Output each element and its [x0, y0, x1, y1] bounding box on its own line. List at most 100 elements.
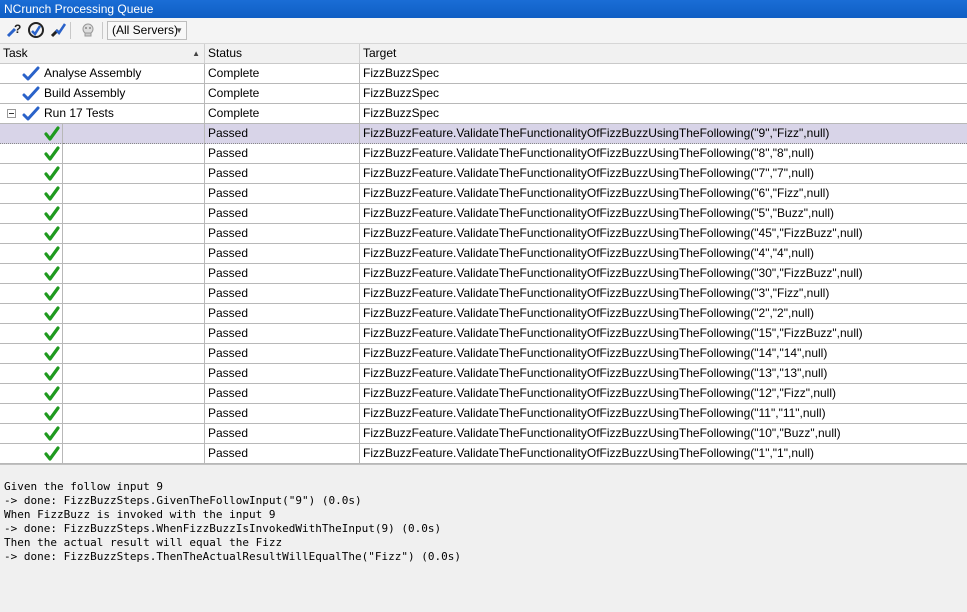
passed-check-icon	[44, 346, 60, 363]
passed-check-icon	[44, 246, 60, 263]
passed-check-icon	[44, 206, 60, 223]
complete-check-icon	[22, 86, 40, 103]
test-row[interactable]: Passed FizzBuzzFeature.ValidateTheFunctio…	[0, 424, 967, 444]
test-icon-cell	[0, 384, 63, 404]
target-cell: FizzBuzzSpec	[360, 104, 967, 124]
test-row[interactable]: Passed FizzBuzzFeature.ValidateTheFunctio…	[0, 404, 967, 424]
target-cell: FizzBuzzFeature.ValidateTheFunctionality…	[360, 424, 967, 444]
task-cell	[63, 144, 205, 164]
task-cell	[63, 344, 205, 364]
passed-check-icon	[44, 266, 60, 283]
status-cell: Passed	[205, 304, 360, 324]
test-icon-cell	[0, 304, 63, 324]
column-header-status[interactable]: Status	[205, 44, 360, 63]
task-cell	[63, 124, 205, 144]
task-cell	[63, 424, 205, 444]
test-icon-cell	[0, 224, 63, 244]
output-line: -> done: FizzBuzzSteps.ThenTheActualResu…	[4, 550, 461, 563]
test-row[interactable]: Passed FizzBuzzFeature.ValidateTheFunctio…	[0, 384, 967, 404]
test-row[interactable]: Passed FizzBuzzFeature.ValidateTheFunctio…	[0, 244, 967, 264]
task-cell	[63, 324, 205, 344]
target-cell: FizzBuzzFeature.ValidateTheFunctionality…	[360, 124, 967, 144]
collapse-toggle-icon[interactable]	[7, 109, 16, 118]
test-row[interactable]: Passed FizzBuzzFeature.ValidateTheFunctio…	[0, 444, 967, 464]
column-header-target[interactable]: Target	[360, 44, 967, 63]
test-icon-cell	[0, 284, 63, 304]
task-cell	[63, 284, 205, 304]
test-row[interactable]: Passed FizzBuzzFeature.ValidateTheFunctio…	[0, 304, 967, 324]
task-cell	[63, 364, 205, 384]
test-row[interactable]: Passed FizzBuzzFeature.ValidateTheFunctio…	[0, 284, 967, 304]
status-cell: Passed	[205, 144, 360, 164]
passed-check-icon	[44, 126, 60, 143]
toolbar-separator	[70, 22, 71, 39]
passed-check-icon	[44, 186, 60, 203]
complete-check-icon	[22, 66, 40, 83]
passed-check-icon	[44, 326, 60, 343]
test-icon-cell	[0, 244, 63, 264]
target-cell: FizzBuzzFeature.ValidateTheFunctionality…	[360, 244, 967, 264]
test-icon-cell	[0, 424, 63, 444]
clear-icon[interactable]	[78, 20, 98, 40]
status-cell: Passed	[205, 344, 360, 364]
processing-queue-grid: Task ▲ Status Target Analyse Assembly Com…	[0, 44, 967, 465]
status-cell: Passed	[205, 424, 360, 444]
status-cell: Passed	[205, 384, 360, 404]
sort-ascending-icon: ▲	[192, 49, 200, 58]
status-cell: Complete	[205, 104, 360, 124]
passed-check-icon	[44, 306, 60, 323]
tests-icon[interactable]	[48, 20, 68, 40]
target-cell: FizzBuzzFeature.ValidateTheFunctionality…	[360, 364, 967, 384]
passed-check-icon	[44, 386, 60, 403]
test-icon-cell	[0, 364, 63, 384]
task-cell: Run 17 Tests	[0, 104, 205, 124]
grid-header: Task ▲ Status Target	[0, 44, 967, 64]
engine-icon[interactable]	[26, 20, 46, 40]
status-cell: Passed	[205, 364, 360, 384]
test-row[interactable]: Passed FizzBuzzFeature.ValidateTheFunctio…	[0, 164, 967, 184]
server-filter-dropdown[interactable]: (All Servers) ▼	[107, 21, 187, 40]
passed-check-icon	[44, 226, 60, 243]
test-row[interactable]: Passed FizzBuzzFeature.ValidateTheFunctio…	[0, 224, 967, 244]
target-cell: FizzBuzzFeature.ValidateTheFunctionality…	[360, 384, 967, 404]
status-cell: Passed	[205, 184, 360, 204]
target-cell: FizzBuzzFeature.ValidateTheFunctionality…	[360, 284, 967, 304]
status-cell: Passed	[205, 264, 360, 284]
task-row[interactable]: Run 17 Tests Complete FizzBuzzSpec	[0, 104, 967, 124]
test-row[interactable]: Passed FizzBuzzFeature.ValidateTheFunctio…	[0, 264, 967, 284]
test-icon-cell	[0, 344, 63, 364]
passed-check-icon	[44, 146, 60, 163]
test-row[interactable]: Passed FizzBuzzFeature.ValidateTheFunctio…	[0, 184, 967, 204]
test-row[interactable]: Passed FizzBuzzFeature.ValidateTheFunctio…	[0, 324, 967, 344]
column-header-task-label: Task	[3, 46, 28, 60]
status-cell: Passed	[205, 324, 360, 344]
test-row[interactable]: Passed FizzBuzzFeature.ValidateTheFunctio…	[0, 344, 967, 364]
test-row[interactable]: Passed FizzBuzzFeature.ValidateTheFunctio…	[0, 124, 967, 144]
output-line: -> done: FizzBuzzSteps.GivenTheFollowInp…	[4, 494, 362, 507]
test-row[interactable]: Passed FizzBuzzFeature.ValidateTheFunctio…	[0, 144, 967, 164]
task-row[interactable]: Analyse Assembly Complete FizzBuzzSpec	[0, 64, 967, 84]
test-row[interactable]: Passed FizzBuzzFeature.ValidateTheFunctio…	[0, 204, 967, 224]
task-cell	[63, 264, 205, 284]
test-icon-cell	[0, 164, 63, 184]
status-cell: Passed	[205, 404, 360, 424]
task-row[interactable]: Build Assembly Complete FizzBuzzSpec	[0, 84, 967, 104]
test-row[interactable]: Passed FizzBuzzFeature.ValidateTheFunctio…	[0, 364, 967, 384]
target-cell: FizzBuzzSpec	[360, 84, 967, 104]
task-cell	[63, 164, 205, 184]
task-cell: Analyse Assembly	[0, 64, 205, 84]
column-header-task[interactable]: Task ▲	[0, 44, 205, 63]
task-name: Run 17 Tests	[44, 106, 114, 120]
test-icon-cell	[0, 144, 63, 164]
test-icon-cell	[0, 444, 63, 464]
status-cell: Passed	[205, 444, 360, 464]
task-cell: Build Assembly	[0, 84, 205, 104]
task-cell	[63, 184, 205, 204]
status-cell: Complete	[205, 64, 360, 84]
target-cell: FizzBuzzFeature.ValidateTheFunctionality…	[360, 184, 967, 204]
passed-check-icon	[44, 166, 60, 183]
help-icon[interactable]: ?	[4, 20, 24, 40]
passed-check-icon	[44, 366, 60, 383]
passed-check-icon	[44, 406, 60, 423]
test-icon-cell	[0, 264, 63, 284]
